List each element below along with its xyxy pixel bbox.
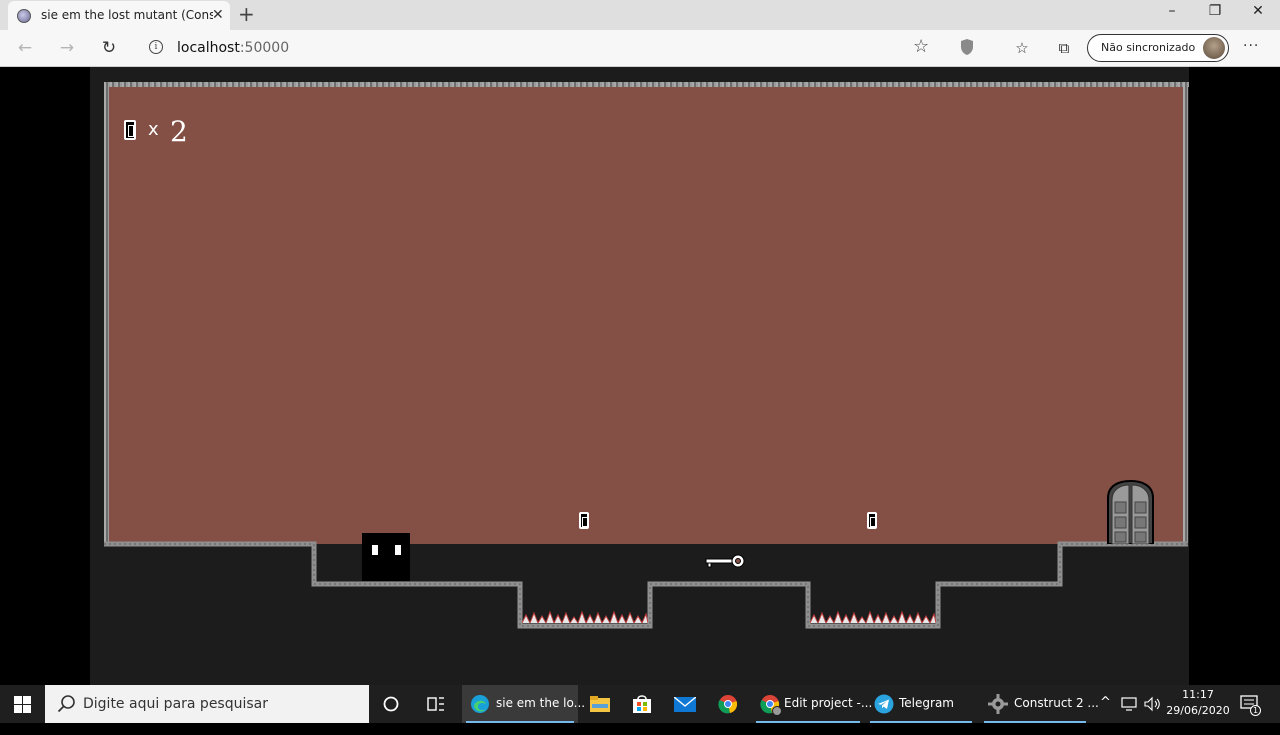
sync-button[interactable]: Não sincronizado <box>1087 34 1229 62</box>
ground-terrain <box>104 541 1189 685</box>
construct-icon <box>988 694 1008 714</box>
windows-icon <box>14 696 31 713</box>
coin-icon <box>579 512 589 529</box>
taskbar-app-telegram[interactable]: Telegram <box>866 685 976 723</box>
chrome-icon[interactable] <box>706 685 750 723</box>
coin-count: 2 <box>170 115 188 148</box>
clock-time: 11:17 <box>1182 688 1214 701</box>
notification-count: 1 <box>1250 705 1261 716</box>
search-icon <box>57 695 75 713</box>
exit-door-icon <box>1107 480 1154 544</box>
collections-icon[interactable]: ⧉ <box>1054 38 1074 58</box>
taskbar-app-edge[interactable]: sie em the lo... <box>462 685 585 723</box>
show-hidden-icons-icon[interactable]: ^ <box>1100 695 1111 733</box>
tab-title: sie em the lost mutant (Construc <box>41 8 213 22</box>
page-viewport: x 2 <box>0 67 1280 685</box>
favorites-icon[interactable]: ☆ <box>1012 38 1032 58</box>
new-tab-icon[interactable]: + <box>238 3 255 25</box>
store-icon[interactable] <box>620 685 664 723</box>
telegram-icon <box>874 694 894 714</box>
browser-tab-strip: sie em the lost mutant (Construc ✕ + – ❐… <box>0 0 1280 30</box>
start-button[interactable] <box>0 685 45 723</box>
info-icon[interactable]: i <box>149 40 163 54</box>
forward-icon[interactable]: → <box>56 38 78 60</box>
spikes <box>522 610 648 623</box>
taskbar-app-construct[interactable]: Construct 2 ... <box>980 685 1099 723</box>
more-icon[interactable]: ··· <box>1243 38 1259 54</box>
player-eye <box>372 545 378 555</box>
task-view-icon[interactable] <box>414 685 458 723</box>
restore-icon[interactable]: ❐ <box>1195 0 1235 24</box>
shield-icon[interactable] <box>957 38 977 58</box>
player-character <box>362 533 410 581</box>
minimize-icon[interactable]: – <box>1152 0 1192 24</box>
star-icon[interactable]: ☆ <box>913 36 929 57</box>
taskbar-app-label: Edit project -... <box>784 696 873 710</box>
browser-toolbar: ← → ↻ i localhost:50000 ☆ ☆ ⧉ Não sincro… <box>0 30 1280 67</box>
url-text[interactable]: localhost:50000 <box>177 40 289 56</box>
refresh-icon[interactable]: ↻ <box>98 38 120 60</box>
browser-tab[interactable]: sie em the lost mutant (Construc ✕ <box>8 1 230 30</box>
taskbar-app-label: Construct 2 ... <box>1014 696 1099 710</box>
taskbar-clock[interactable]: 11:17 29/06/2020 <box>1163 687 1233 719</box>
coin-icon <box>124 120 136 140</box>
windows-taskbar: Digite aqui para pesquisar sie em the lo… <box>0 685 1280 723</box>
taskbar-app-label: sie em the lo... <box>496 696 586 710</box>
clock-date: 29/06/2020 <box>1166 704 1230 717</box>
search-placeholder: Digite aqui para pesquisar <box>83 696 269 712</box>
player-eye <box>395 545 401 555</box>
mail-icon[interactable] <box>663 685 707 723</box>
spikes <box>810 610 936 623</box>
address-bar[interactable]: i localhost:50000 ☆ <box>140 34 940 62</box>
notification-center-icon[interactable]: 1 <box>1240 695 1262 733</box>
network-icon[interactable] <box>1121 697 1139 735</box>
taskbar-app-chrome[interactable]: Edit project -... <box>752 685 872 723</box>
volume-icon[interactable] <box>1144 696 1162 734</box>
edge-icon <box>471 695 489 713</box>
close-window-icon[interactable]: ✕ <box>1238 0 1278 24</box>
key-icon <box>705 554 745 568</box>
close-tab-icon[interactable]: ✕ <box>212 7 224 23</box>
back-icon[interactable]: ← <box>14 38 36 60</box>
game-canvas[interactable]: x 2 <box>90 67 1189 685</box>
file-explorer-icon[interactable] <box>578 685 622 723</box>
taskbar-app-label: Telegram <box>899 696 954 710</box>
avatar <box>1203 37 1225 59</box>
multiplier-sign: x <box>148 119 159 140</box>
game-favicon-icon <box>17 9 31 23</box>
sync-label: Não sincronizado <box>1101 41 1196 54</box>
chrome-icon <box>760 695 782 716</box>
coin-icon <box>867 512 877 529</box>
cortana-icon[interactable] <box>369 685 413 723</box>
taskbar-search[interactable]: Digite aqui para pesquisar <box>45 685 369 723</box>
